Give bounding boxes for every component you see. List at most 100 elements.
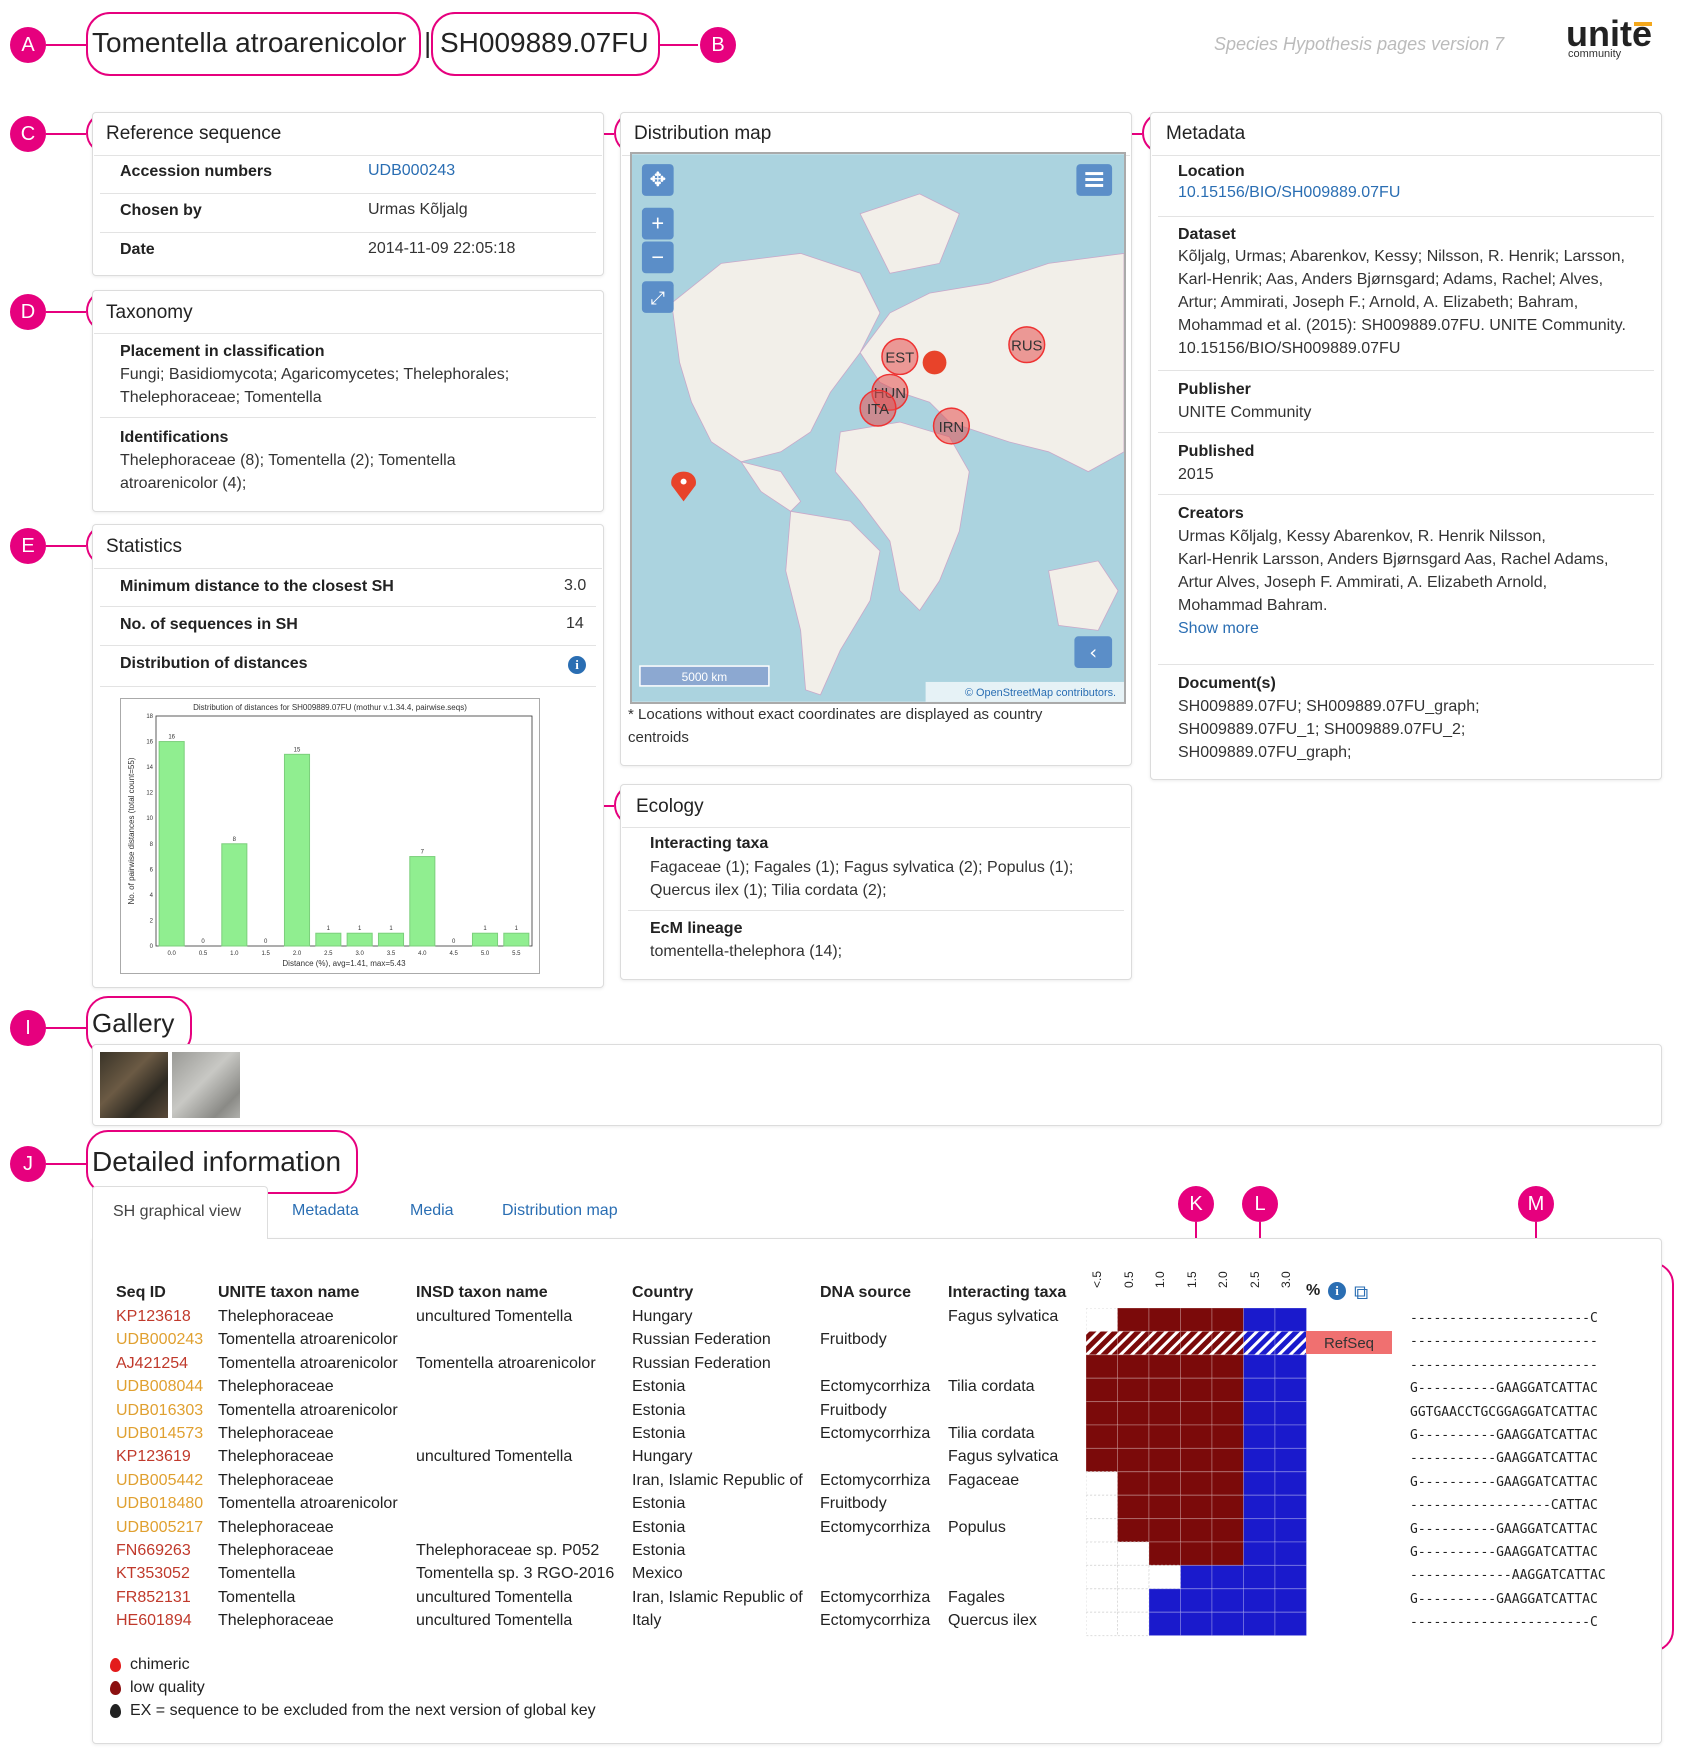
location-link[interactable]: 10.15156/BIO/SH009889.07FU — [1178, 184, 1400, 202]
chart-bar[interactable] — [346, 932, 373, 947]
divider — [1158, 370, 1654, 371]
distance-chart[interactable]: Distribution of distances for SH009889.0… — [120, 698, 540, 974]
heatmap-cell — [1117, 1518, 1150, 1543]
x-tick-label: 5.5 — [512, 951, 521, 957]
cell-unite-taxon: Tomentella atroarenicolor — [218, 1354, 398, 1372]
cell-seq-id[interactable]: FN669263 — [116, 1542, 191, 1560]
taxonomy-title: Taxonomy — [106, 302, 193, 323]
aligned-sequence: G----------GAAGGATCATTAC — [1410, 1521, 1598, 1537]
tab-distribution-map[interactable]: Distribution map — [502, 1202, 618, 1220]
chart-bar[interactable] — [503, 932, 530, 947]
cell-country: Russian Federation — [632, 1331, 771, 1349]
aligned-sequence: -----------GAAGGATCATTAC — [1410, 1451, 1598, 1467]
chart-bar[interactable] — [377, 932, 405, 947]
x-tick-label: 2.0 — [293, 951, 302, 957]
cell-seq-id[interactable]: KP123619 — [116, 1448, 191, 1466]
distribution-map[interactable]: EST RUS HUN ITA IRN ✥ + − ⤢ ‹ 5000 km © … — [630, 152, 1126, 704]
col-unite-taxon[interactable]: UNITE taxon name — [218, 1284, 359, 1302]
aligned-sequence: G----------GAAGGATCATTAC — [1410, 1591, 1598, 1607]
col-country[interactable]: Country — [632, 1284, 693, 1302]
cell-seq-id[interactable]: UDB000243 — [116, 1331, 203, 1349]
tab-media[interactable]: Media — [410, 1202, 454, 1220]
cell-seq-id[interactable]: UDB008044 — [116, 1378, 203, 1396]
divider — [100, 232, 596, 233]
heatmap-cell — [1148, 1494, 1181, 1520]
map-label-est: EST — [885, 351, 914, 367]
chart-bar[interactable] — [158, 741, 185, 947]
divider — [94, 155, 602, 156]
heatmap-cell — [1274, 1401, 1307, 1426]
legend-exclude: EX = sequence to be excluded from the ne… — [130, 1702, 596, 1719]
cell-seq-id[interactable]: KT353052 — [116, 1565, 190, 1583]
cell-seq-id[interactable]: UDB005442 — [116, 1472, 203, 1490]
callout-line — [46, 1027, 86, 1029]
external-link-icon[interactable]: ⧉ — [1354, 1280, 1368, 1304]
chart-bar[interactable] — [471, 932, 499, 947]
cell-dna-source: Ectomycorrhiza — [820, 1425, 931, 1442]
col-insd-taxon[interactable]: INSD taxon name — [416, 1284, 548, 1302]
min-distance-label: Minimum distance to the closest SH — [120, 578, 394, 595]
heatmap-cell — [1086, 1377, 1118, 1403]
cell-country: Iran, Islamic Republic of — [632, 1471, 803, 1489]
heatmap-cell — [1117, 1447, 1150, 1473]
gallery-thumbnail-2[interactable] — [172, 1052, 240, 1118]
accession-link[interactable]: UDB000243 — [368, 162, 455, 180]
map-pan-icon: ✥ — [649, 168, 666, 191]
cell-seq-id[interactable]: FR852131 — [116, 1589, 191, 1607]
cell-insd-taxon: Tomentella atroarenicolor — [416, 1354, 596, 1372]
cell-country: Estonia — [632, 1542, 686, 1559]
cell-insd-taxon: uncultured Tomentella — [416, 1308, 573, 1325]
cell-seq-id[interactable]: HE601894 — [116, 1612, 192, 1630]
exclude-icon — [110, 1704, 121, 1718]
aligned-sequence: G----------GAAGGATCATTAC — [1410, 1474, 1598, 1490]
info-icon[interactable]: i — [568, 656, 586, 674]
heatmap-cell — [1086, 1611, 1118, 1637]
chart-bar[interactable] — [409, 856, 436, 947]
cell-seq-id[interactable]: AJ421254 — [116, 1355, 188, 1373]
marker-a: A — [10, 27, 46, 63]
tab-metadata[interactable]: Metadata — [292, 1202, 359, 1220]
cell-seq-id[interactable]: UDB018480 — [116, 1495, 203, 1513]
heatmap-cell — [1180, 1308, 1213, 1332]
x-tick-label: 4.5 — [449, 951, 458, 957]
heatmap-cell — [1211, 1494, 1244, 1520]
heatmap-cell — [1180, 1541, 1213, 1566]
marker-k: K — [1178, 1186, 1214, 1222]
map-attribution[interactable]: © OpenStreetMap contributors. — [965, 687, 1116, 699]
tab-sh-graphical-view[interactable]: SH graphical view — [92, 1186, 268, 1239]
col-dna-source[interactable]: DNA source — [820, 1284, 911, 1302]
info-icon[interactable]: i — [1328, 1282, 1346, 1300]
show-more-link[interactable]: Show more — [1178, 620, 1259, 638]
col-seq-id[interactable]: Seq ID — [116, 1284, 166, 1302]
published-value: 2015 — [1178, 466, 1214, 483]
heatmap-cell — [1086, 1518, 1118, 1543]
col-interacting-taxa[interactable]: Interacting taxa — [948, 1284, 1066, 1302]
map-scale-text: 5000 km — [682, 670, 728, 684]
menu-icon — [1085, 172, 1104, 187]
chart-bar[interactable] — [315, 932, 342, 947]
cell-seq-id[interactable]: UDB005217 — [116, 1519, 203, 1537]
heatmap-cell — [1148, 1308, 1181, 1332]
tab-label: SH graphical view — [113, 1203, 242, 1220]
unite-logo[interactable]: unite community — [1566, 16, 1666, 66]
min-distance-value: 3.0 — [564, 577, 587, 594]
callout-line — [46, 1163, 86, 1165]
map-point-est[interactable] — [922, 350, 947, 375]
heatmap-cell — [1274, 1424, 1307, 1449]
gallery-thumbnail-1[interactable] — [100, 1052, 168, 1118]
chart-bar[interactable] — [221, 843, 248, 947]
aligned-sequence: ------------------------ — [1410, 1357, 1598, 1373]
cell-dna-source: Ectomycorrhiza — [820, 1588, 931, 1606]
cell-seq-id[interactable]: UDB014573 — [116, 1425, 203, 1443]
metadata-title: Metadata — [1166, 123, 1246, 144]
legend-low-quality: low quality — [130, 1679, 205, 1696]
divider — [1158, 664, 1654, 665]
logo-sub: community — [1568, 48, 1622, 60]
cell-seq-id[interactable]: KP123618 — [116, 1308, 191, 1326]
chart-bar[interactable] — [283, 753, 311, 947]
divider — [1158, 432, 1654, 433]
cell-seq-id[interactable]: UDB016303 — [116, 1402, 203, 1420]
heatmap-cell — [1148, 1447, 1181, 1473]
accession-label: Accession numbers — [120, 163, 273, 180]
heatmap-cell — [1117, 1471, 1150, 1496]
